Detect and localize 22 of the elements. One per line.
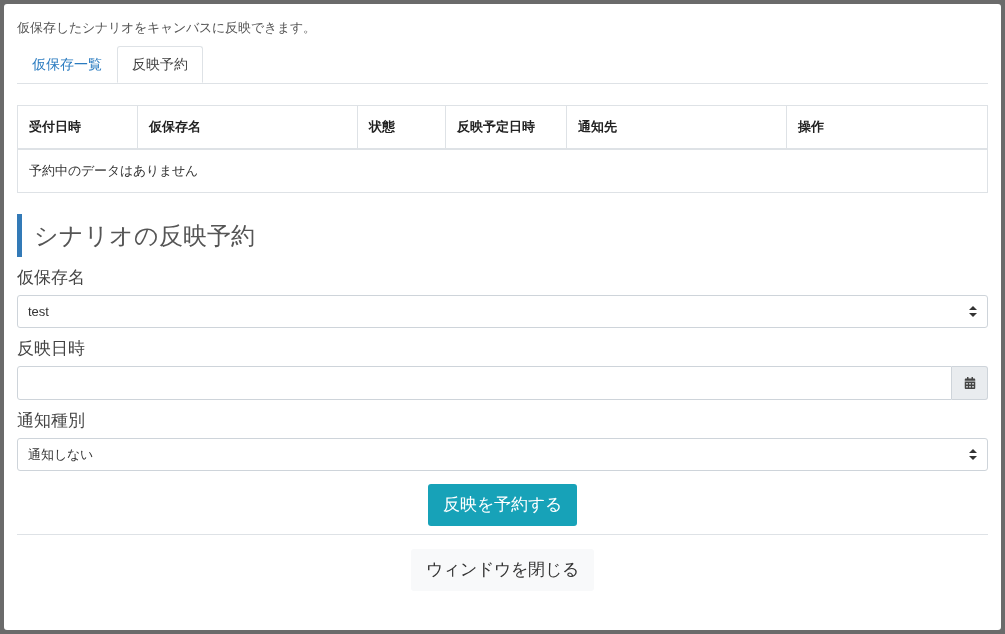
column-header: 受付日時 bbox=[18, 106, 138, 148]
calendar-icon bbox=[963, 377, 976, 389]
tab[interactable]: 反映予約 bbox=[117, 46, 203, 83]
empty-message: 予約中のデータはありません bbox=[29, 162, 198, 181]
section-title: シナリオの反映予約 bbox=[17, 214, 988, 257]
column-header: 反映予定日時 bbox=[446, 106, 567, 148]
column-header: 通知先 bbox=[567, 106, 787, 148]
intro-text: 仮保存したシナリオをキャンバスに反映できます。 bbox=[17, 19, 317, 37]
select-field[interactable]: 通知しない bbox=[17, 438, 988, 471]
field-label: 通知種別 bbox=[17, 410, 86, 432]
field-label: 仮保存名 bbox=[17, 267, 86, 289]
sort-icon bbox=[969, 306, 977, 317]
column-header: 仮保存名 bbox=[138, 106, 358, 148]
calendar-button[interactable] bbox=[952, 366, 988, 400]
field-label: 反映日時 bbox=[17, 338, 86, 360]
column-header: 状態 bbox=[358, 106, 446, 148]
date-input[interactable] bbox=[17, 366, 952, 400]
sort-icon bbox=[969, 449, 977, 460]
tab[interactable]: 仮保存一覧 bbox=[17, 46, 117, 83]
select-field[interactable]: test bbox=[17, 295, 988, 328]
column-header: 操作 bbox=[797, 118, 825, 137]
close-button[interactable]: ウィンドウを閉じる bbox=[411, 549, 594, 591]
